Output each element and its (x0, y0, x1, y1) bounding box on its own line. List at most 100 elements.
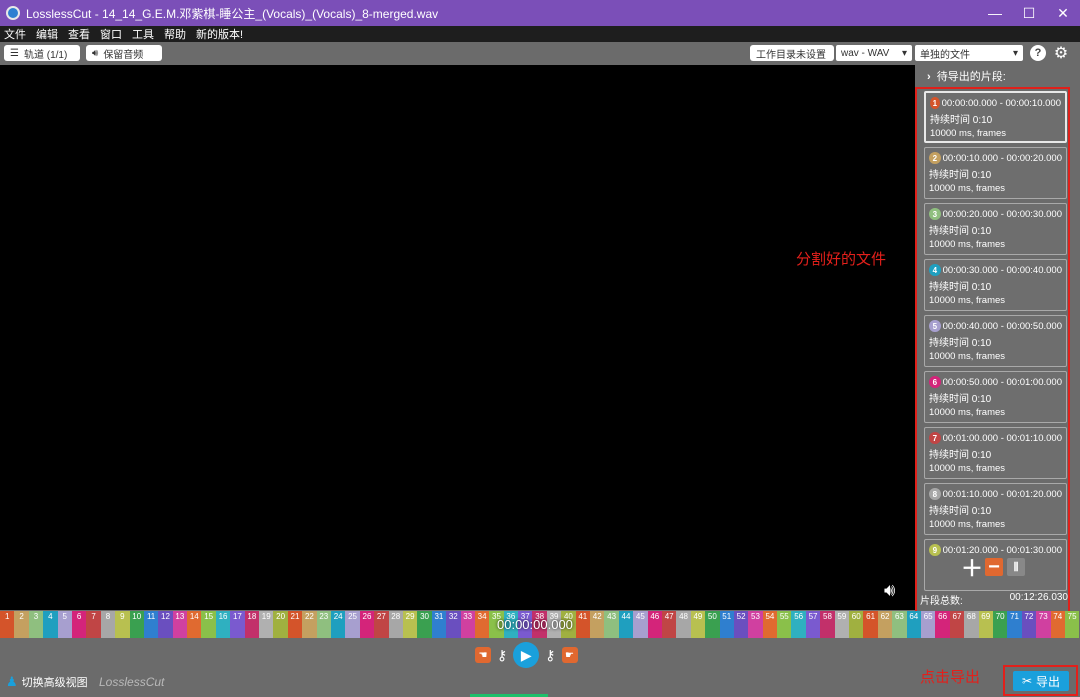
jump-end-key-icon[interactable]: ⚷ (545, 647, 555, 664)
menu-help[interactable]: 帮助 (164, 26, 186, 42)
timeline-segment[interactable]: 71 (1007, 611, 1022, 638)
set-cut-end-button[interactable]: ☛ (561, 647, 578, 663)
menu-new-version[interactable]: 新的版本! (196, 26, 243, 42)
remove-segment-button[interactable]: − (985, 556, 1003, 578)
segment-item[interactable]: 6 00:00:50.000 - 00:01:00.000 持续时间 0:10 100… (924, 371, 1067, 423)
timeline-segment[interactable]: 63 (892, 611, 907, 638)
timeline-segment[interactable]: 48 (676, 611, 691, 638)
segment-item[interactable]: 3 00:00:20.000 - 00:00:30.000 持续时间 0:10 100… (924, 203, 1067, 255)
timeline-segment[interactable]: 4 (43, 611, 58, 638)
timeline-segment[interactable]: 34 (474, 611, 490, 638)
timeline-segment[interactable]: 51 (719, 611, 734, 638)
timeline-segment[interactable]: 30 (417, 611, 432, 638)
timeline-segment[interactable]: 25 (345, 611, 360, 638)
timeline-segment[interactable]: 8 (100, 611, 116, 638)
timeline-segment[interactable]: 59 (834, 611, 850, 638)
timeline-segment[interactable]: 73 (1036, 611, 1051, 638)
timeline-segment[interactable]: 32 (446, 611, 461, 638)
chevron-right-icon[interactable]: › (927, 71, 931, 83)
timeline-segment[interactable]: 6 (71, 611, 87, 638)
timeline-segment[interactable]: 69 (978, 611, 993, 638)
timeline-segment[interactable]: 46 (647, 611, 662, 638)
format-select[interactable]: wav - WAV ▾ (836, 45, 912, 61)
timeline-segment[interactable]: 21 (287, 611, 303, 638)
split-segment-button[interactable]: ⫼ (1007, 558, 1025, 576)
timeline-segment[interactable]: 19 (259, 611, 274, 638)
jump-start-key-icon[interactable]: ⚷ (497, 647, 507, 664)
timeline-segment[interactable]: 65 (921, 611, 936, 638)
timeline-segment[interactable]: 60 (849, 611, 864, 638)
timeline-segment[interactable]: 52 (733, 611, 749, 638)
timeline-segment[interactable]: 33 (460, 611, 475, 638)
set-cut-start-button[interactable]: ☚ (475, 647, 491, 663)
timeline-segment[interactable]: 23 (316, 611, 331, 638)
video-player[interactable] (0, 65, 915, 610)
timeline-segment[interactable]: 14 (187, 611, 202, 638)
timeline-segment[interactable]: 72 (1021, 611, 1037, 638)
timeline-segment[interactable]: 2 (14, 611, 29, 638)
timeline-segment[interactable]: 11 (143, 611, 159, 638)
timeline-segment[interactable]: 68 (964, 611, 979, 638)
timeline-segment[interactable]: 42 (590, 611, 605, 638)
segment-item[interactable]: 7 00:01:00.000 - 00:01:10.000 持续时间 0:10 100… (924, 427, 1067, 479)
timeline-segment[interactable]: 66 (935, 611, 950, 638)
close-button[interactable]: ✕ (1046, 5, 1080, 22)
segment-item[interactable]: 2 00:00:10.000 - 00:00:20.000 持续时间 0:10 100… (924, 147, 1067, 199)
timeline-segment[interactable]: 57 (805, 611, 821, 638)
timeline-segment[interactable]: 17 (230, 611, 245, 638)
tracks-button[interactable]: ☰ 轨道 (1/1) (4, 45, 80, 61)
keep-audio-button[interactable]: 🔊︎ 保留音频 (86, 45, 162, 61)
segment-item[interactable]: 4 00:00:30.000 - 00:00:40.000 持续时间 0:10 100… (924, 259, 1067, 311)
segment-item[interactable]: 5 00:00:40.000 - 00:00:50.000 持续时间 0:10 100… (924, 315, 1067, 367)
timeline-segment[interactable]: 70 (992, 611, 1008, 638)
timeline-segment[interactable]: 9 (115, 611, 130, 638)
timeline-segment[interactable]: 12 (158, 611, 173, 638)
timeline-segment[interactable]: 20 (273, 611, 288, 638)
menu-file[interactable]: 文件 (4, 26, 26, 42)
timeline-segment[interactable]: 56 (791, 611, 806, 638)
timeline-segment[interactable]: 54 (762, 611, 778, 638)
timeline-segment[interactable]: 75 (1064, 611, 1080, 638)
volume-icon[interactable]: 🔊︎ (884, 580, 895, 601)
timeline-segment[interactable]: 49 (690, 611, 706, 638)
export-button[interactable]: ✂ 导出 (1013, 671, 1069, 691)
timeline-segment[interactable]: 26 (359, 611, 375, 638)
timeline-segment[interactable]: 10 (129, 611, 144, 638)
menu-view[interactable]: 查看 (68, 26, 90, 42)
menu-edit[interactable]: 编辑 (36, 26, 58, 42)
timeline-segment[interactable]: 16 (215, 611, 231, 638)
timeline-segment[interactable]: 27 (374, 611, 389, 638)
timeline-segment[interactable]: 5 (57, 611, 72, 638)
maximize-button[interactable]: ☐ (1012, 5, 1046, 22)
play-button[interactable]: ▶ (513, 642, 540, 668)
help-button[interactable]: ? (1030, 45, 1046, 61)
timeline-segment[interactable]: 44 (618, 611, 634, 638)
output-mode-select[interactable]: 单独的文件 ▾ (915, 45, 1023, 61)
timeline-segment[interactable]: 53 (748, 611, 763, 638)
timeline-segment[interactable]: 22 (302, 611, 317, 638)
timeline-segment[interactable]: 61 (863, 611, 878, 638)
timeline-segment[interactable]: 58 (820, 611, 835, 638)
timeline-segment[interactable]: 62 (877, 611, 893, 638)
timeline-segment[interactable]: 13 (172, 611, 188, 638)
segment-item[interactable]: 1 00:00:00.000 - 00:00:10.000 持续时间 0:10 100… (924, 91, 1067, 143)
timeline-segment[interactable]: 45 (633, 611, 648, 638)
timeline-segment[interactable]: 3 (28, 611, 44, 638)
timeline-segment[interactable]: 15 (201, 611, 216, 638)
timeline-segment[interactable]: 28 (388, 611, 403, 638)
timeline-segment[interactable]: 43 (604, 611, 619, 638)
workdir-button[interactable]: 工作目录未设置 (750, 45, 834, 61)
minimize-button[interactable]: — (978, 5, 1012, 21)
timeline-segment[interactable]: 7 (86, 611, 101, 638)
advanced-view-toggle[interactable]: ♟ 切换高级视图 (6, 674, 88, 690)
timeline-segment[interactable]: 50 (705, 611, 720, 638)
add-segment-button[interactable]: ＋ (961, 556, 983, 581)
timeline-segment[interactable]: 18 (244, 611, 260, 638)
timeline-segment[interactable]: 67 (949, 611, 965, 638)
timeline-segment[interactable]: 1 (0, 611, 15, 638)
gear-icon[interactable]: ⚙ (1053, 45, 1069, 62)
timeline-segment[interactable]: 29 (402, 611, 418, 638)
timeline-segment[interactable]: 24 (330, 611, 346, 638)
timeline-segment[interactable]: 74 (1050, 611, 1065, 638)
timeline-segment[interactable]: 41 (575, 611, 591, 638)
